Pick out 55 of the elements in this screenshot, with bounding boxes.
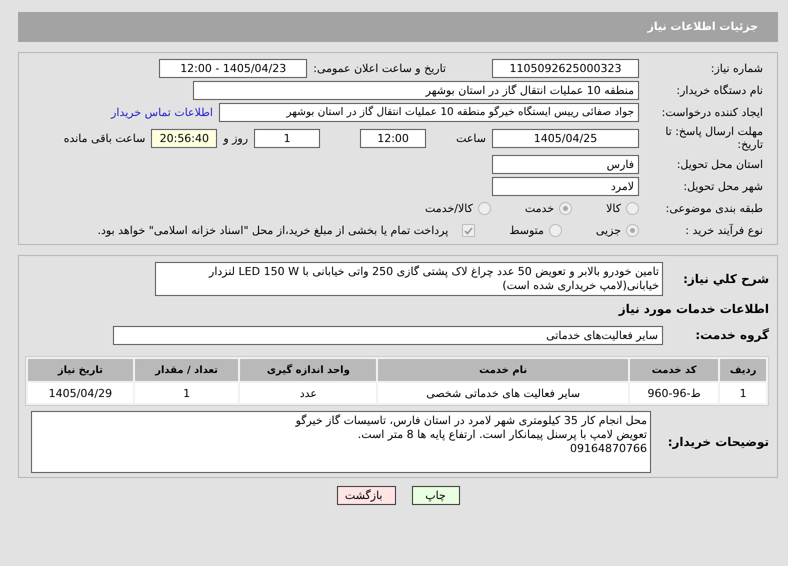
option-label: کالا — [606, 202, 621, 214]
radio-button[interactable] — [478, 202, 491, 214]
section-heading: اطلاعات خدمات مورد نیاز — [618, 302, 769, 316]
column-header: تاریخ نیاز — [28, 359, 133, 381]
field-label: توضیحات خریدار: — [666, 435, 769, 449]
table-cell: 1 — [720, 383, 766, 403]
option-label: جزیی — [596, 224, 621, 236]
field-label: نام دستگاه خریدار: — [675, 84, 764, 96]
print-button[interactable]: چاپ — [412, 486, 460, 505]
option-label: متوسط — [509, 224, 544, 236]
table-cell: ط-96-960 — [630, 383, 718, 403]
field-label: تاریخ و ساعت اعلان عمومی: — [313, 62, 446, 74]
field-label: شرح كلي نياز: — [682, 272, 769, 286]
buyer-field: منطقه 10 عملیات انتقال گاز در استان بوشهر — [193, 80, 639, 100]
city-field: لامرد — [492, 176, 639, 196]
field-label: نوع فرآیند خرید : — [684, 224, 764, 236]
field-label: گروه خدمت: — [694, 328, 769, 342]
province-field: فارس — [492, 154, 639, 174]
deadline-time-field: 12:00 — [360, 128, 426, 148]
table-cell: 1405/04/29 — [28, 383, 133, 403]
column-header: نام خدمت — [378, 359, 628, 381]
radio-button[interactable] — [626, 202, 639, 214]
announce-date-field: 1405/04/23 - 12:00 — [159, 58, 308, 78]
column-header: تعداد / مقدار — [134, 359, 238, 381]
field-label: استان محل تحویل: — [676, 158, 764, 170]
deadline-date-field: 1405/04/25 — [492, 128, 639, 148]
remaining-time-field: 20:56:40 — [151, 128, 218, 148]
header-title: جزئیات اطلاعات نیاز — [648, 20, 758, 33]
column-header: ردیف — [720, 359, 766, 381]
field-label: ایجاد کننده درخواست: — [660, 106, 764, 118]
service-group-field: سایر فعالیت‌های خدماتی — [113, 326, 663, 344]
field-label: ساعت — [456, 132, 486, 144]
payment-note: پرداخت تمام یا بخشی از مبلغ خرید،از محل "اسناد خزانه اسلامی" خواهد بود. — [98, 224, 448, 236]
radio-button[interactable] — [548, 224, 562, 236]
field-label: روز و — [223, 132, 248, 144]
table-cell: 1 — [134, 383, 238, 403]
column-header: کد خدمت — [630, 359, 718, 381]
table-cell: عدد — [240, 383, 376, 403]
field-label: شماره نیاز: — [710, 62, 764, 74]
option-label: خدمت — [524, 202, 554, 214]
contact-link[interactable]: اطلاعات تماس خریدار — [111, 106, 213, 118]
description-box: تامین خودرو بالابر و تعویض 50 عدد چراغ لاک پشتی گازی 250 واتی خیابانی با LED 150 W لنزدار خیابانی(لامپ خریداری شده است) — [155, 262, 663, 296]
radio-button[interactable] — [626, 224, 639, 236]
field-label: مهلت ارسال پاسخ: تا تاریخ: — [664, 125, 764, 151]
column-header: واحد اندازه گیری — [240, 359, 376, 381]
option-label: کالا/خدمت — [425, 202, 473, 214]
need-number-field: 1105092625000323 — [492, 58, 639, 78]
table-cell: سایر فعالیت های خدماتی شخصی — [378, 383, 628, 403]
radio-button[interactable] — [559, 202, 572, 214]
back-button[interactable]: بازگشت — [336, 486, 396, 505]
creator-field: جواد صفائی رییس ایستگاه خیرگو منطقه 10 عملیات انتقال گاز در استان بوشهر — [219, 102, 639, 122]
field-label: ساعت باقی مانده — [64, 132, 146, 144]
field-label: شهر محل تحویل: — [682, 180, 764, 192]
days-field: 1 — [254, 128, 320, 148]
field-label: طبقه بندی موضوعی: — [664, 202, 764, 214]
